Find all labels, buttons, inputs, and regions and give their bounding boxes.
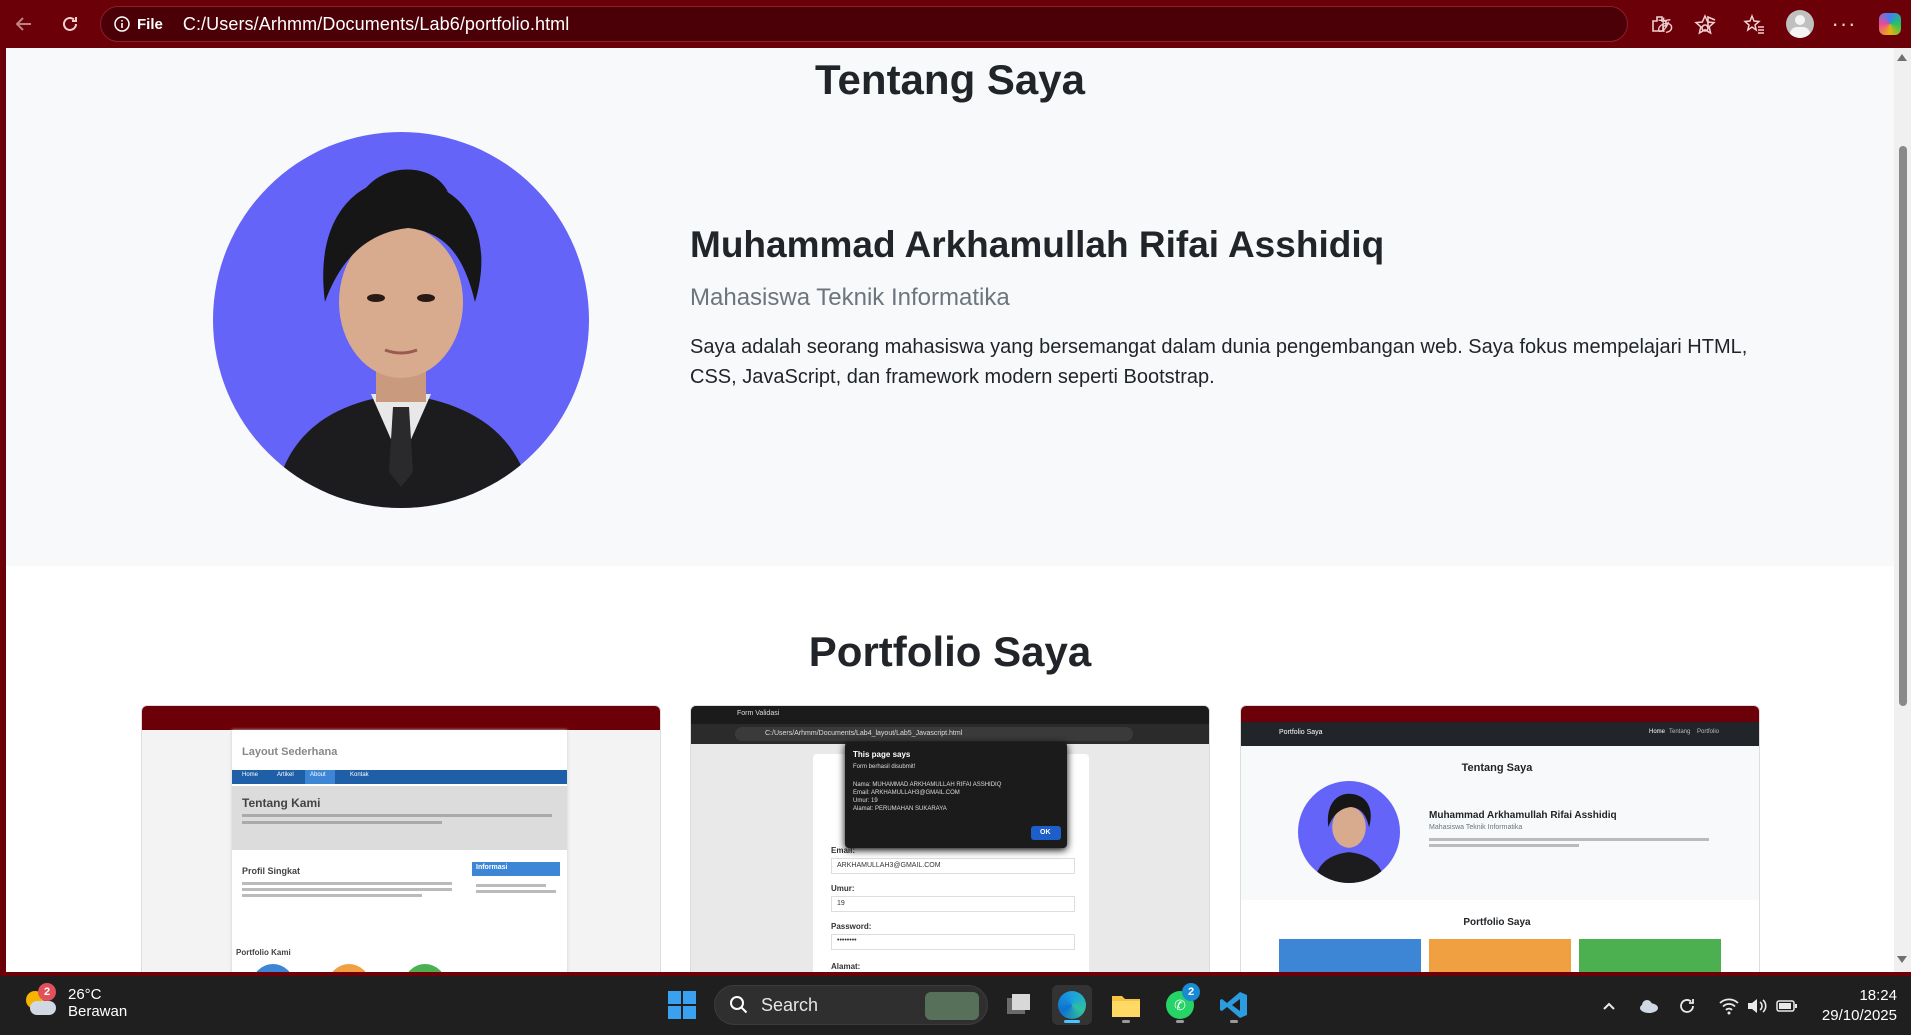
extensions-icon[interactable] (1644, 8, 1676, 40)
folder-icon (1112, 996, 1140, 1017)
thumb-brand: Portfolio Saya (1279, 729, 1323, 736)
address-bar[interactable]: File C:/Users/Arhmm/Documents/Lab6/portf… (100, 6, 1716, 42)
thumb-dialog-line-3: Email: ARKHAMULLAH3@GMAIL.COM (853, 790, 960, 796)
battery-icon[interactable] (1774, 993, 1800, 1019)
thumb-field-alamat: Alamat: (831, 962, 861, 971)
windows-taskbar: 2 26°C Berawan Search ✆ 2 18:24 29/10/20… (0, 976, 1911, 1035)
about-title: Tentang Saya (815, 56, 1085, 103)
thumb-browser-bar (1241, 706, 1759, 722)
whatsapp-button[interactable]: ✆ 2 (1160, 983, 1200, 1025)
scroll-up-icon[interactable] (1897, 54, 1907, 61)
thumb-about-title: Tentang Saya (1461, 762, 1533, 774)
vscode-icon (1220, 992, 1247, 1018)
clock-date: 29/10/2025 (1821, 1007, 1897, 1024)
sync-icon[interactable] (1674, 993, 1700, 1019)
weather-temperature: 26°C (68, 986, 102, 1003)
profile-avatar[interactable] (1784, 8, 1816, 40)
thumb-tab-label: Form Validasi (737, 710, 780, 717)
thumb-email-value: ARKHAMULLAH3@GMAIL.COM (837, 862, 941, 869)
thumb-role: Mahasiswa Teknik Informatika (1429, 824, 1523, 831)
thumb-umur-value: 19 (837, 900, 845, 907)
thumb-dialog-ok: OK (1040, 829, 1051, 836)
portfolio-card-layout[interactable]: Layout Sederhana Home Artikel About Kont… (141, 705, 661, 972)
refresh-button[interactable] (54, 8, 86, 40)
whatsapp-badge: 2 (1182, 983, 1200, 1001)
tray-overflow-icon[interactable] (1596, 993, 1622, 1019)
url-text[interactable]: C:/Users/Arhmm/Documents/Lab6/portfolio.… (183, 14, 570, 35)
site-info-label: File (137, 15, 163, 33)
refresh-icon (63, 16, 77, 31)
thumb-nav-artikel: Artikel (277, 772, 294, 778)
wifi-icon[interactable] (1716, 993, 1742, 1019)
thumb-nav-tentang: Tentang (1669, 729, 1691, 735)
weather-condition: Berawan (68, 1003, 128, 1020)
task-view-icon (1007, 994, 1030, 1014)
thumb-nav-about: About (310, 772, 326, 778)
info-icon (114, 16, 130, 32)
search-highlight-icon (925, 992, 979, 1020)
page-viewport: Tentang Saya Muhammad Arkhamullah Rifai … (6, 48, 1894, 972)
back-button[interactable] (8, 8, 40, 40)
profile-description: Saya adalah seorang mahasiswa yang berse… (690, 336, 1748, 388)
thumb-section-title: Tentang Kami (242, 796, 321, 810)
thumb-nav-kontak: Kontak (350, 772, 369, 778)
taskbar-search[interactable]: Search (714, 985, 988, 1025)
back-arrow-icon (15, 17, 31, 31)
system-clock[interactable]: 18:24 29/10/2025 (1822, 986, 1897, 1026)
favorites-icon[interactable] (1738, 8, 1770, 40)
vscode-button[interactable] (1214, 985, 1254, 1025)
volume-icon[interactable] (1744, 993, 1770, 1019)
scroll-thumb[interactable] (1899, 146, 1907, 706)
browser-toolbar: File C:/Users/Arhmm/Documents/Lab6/portf… (0, 0, 1911, 48)
thumb-dialog-line-2: Nama: MUHAMMAD ARKHAMULLAH RIFAI ASSHIDI… (853, 782, 1002, 788)
thumb-heading: Layout Sederhana (242, 746, 338, 758)
vertical-scrollbar[interactable] (1894, 48, 1911, 972)
thumb-nav-home: Home (1649, 729, 1666, 735)
profile-role: Mahasiswa Teknik Informatika (690, 284, 1010, 311)
start-button[interactable] (662, 985, 702, 1025)
weather-widget[interactable]: 2 26°C Berawan (22, 983, 128, 1021)
portfolio-card-portfolio[interactable]: Portfolio Saya Home Tentang Portfolio Te… (1240, 705, 1760, 972)
copilot-icon[interactable] (1874, 8, 1906, 40)
site-info-button[interactable]: File (113, 15, 163, 33)
scroll-down-icon[interactable] (1897, 956, 1907, 963)
thumb-profil-title: Profil Singkat (242, 866, 301, 876)
thumb-portfolio-title: Portfolio Saya (1463, 917, 1531, 928)
thumb-dialog-line-1: Form berhasil disubmit! (853, 764, 916, 770)
weather-cloud-icon: 2 (22, 983, 58, 1021)
task-view-button[interactable] (998, 985, 1038, 1025)
thumb-browser-bar (142, 706, 660, 730)
thumb-form-url: C:/Users/Arhmm/Documents/Lab4_layout/Lab… (765, 730, 963, 737)
profile-portrait-image (273, 169, 533, 508)
media-icon[interactable] (1692, 8, 1724, 40)
thumb-portfolio-title: Portfolio Kami (236, 948, 291, 957)
weather-badge: 2 (38, 983, 56, 1001)
thumb-name: Muhammad Arkhamullah Rifai Asshidiq (1429, 810, 1617, 821)
edge-taskbar-button[interactable] (1052, 985, 1092, 1025)
edge-icon (1058, 991, 1086, 1019)
thumb-field-umur: Umur: (831, 884, 855, 893)
search-label: Search (761, 994, 819, 1015)
profile-name: Muhammad Arkhamullah Rifai Asshidiq (690, 224, 1385, 265)
portfolio-card-form[interactable]: Form Validasi C:/Users/Arhmm/Documents/L… (690, 705, 1210, 972)
portfolio-title: Portfolio Saya (808, 628, 1092, 675)
thumb-nav-home: Home (242, 772, 259, 778)
more-menu-icon[interactable]: ··· (1828, 8, 1860, 40)
thumb-nav-portfolio: Portfolio (1697, 729, 1720, 735)
thumb-dialog-title: This page says (853, 750, 911, 759)
thumb-dialog-line-5: Alamat: PERUMAHAN SUKARAYA (853, 806, 947, 812)
onedrive-icon[interactable] (1636, 993, 1662, 1019)
clock-time: 18:24 (1859, 987, 1897, 1004)
thumb-dialog-line-4: Umur: 19 (853, 798, 878, 804)
profile-photo (213, 132, 589, 508)
file-explorer-button[interactable] (1106, 985, 1146, 1025)
windows-logo-icon (668, 991, 696, 1019)
thumb-informasi-title: Informasi (476, 864, 508, 871)
about-section: Tentang Saya Muhammad Arkhamullah Rifai … (6, 48, 1894, 566)
thumb-field-password: Password: (831, 922, 872, 931)
thumb-password-value: •••••••• (837, 937, 857, 944)
search-icon (730, 996, 748, 1014)
